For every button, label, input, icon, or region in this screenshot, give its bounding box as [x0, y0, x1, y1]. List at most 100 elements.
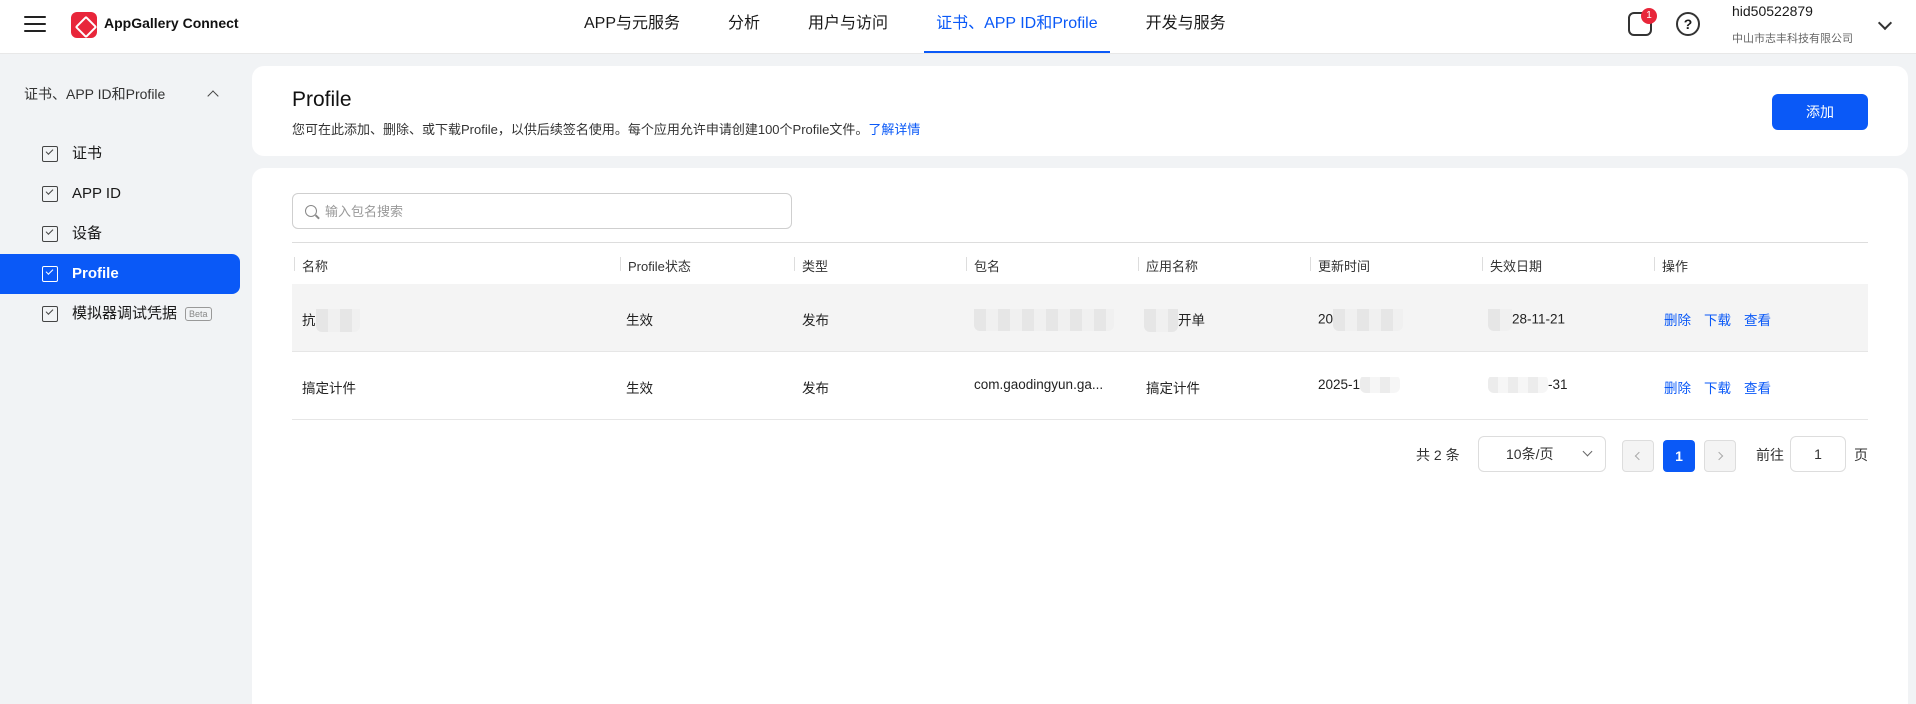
- page-description: 您可在此添加、删除、或下载Profile，以供后续签名使用。每个应用允许申请创建…: [292, 119, 920, 138]
- sidebar-item-label: 设备: [72, 225, 103, 242]
- certificate-icon: [42, 146, 58, 162]
- column-header-app-name: 应用名称: [1137, 256, 1198, 275]
- redacted-block: [1144, 309, 1178, 333]
- search-box[interactable]: [292, 193, 792, 229]
- cell-status: 生效: [626, 381, 653, 396]
- sidebar: 证书、APP ID和Profile 证书 APP ID 设备 Profile 模…: [0, 54, 250, 704]
- sidebar-item-label: 模拟器调试凭据 Beta: [72, 294, 212, 334]
- chevron-down-icon[interactable]: [1877, 15, 1893, 31]
- page-unit-label: 页: [1854, 447, 1868, 463]
- sidebar-item-label: APP ID: [72, 185, 121, 202]
- profile-list-card: 名称 Profile状态 类型 包名 应用名称 更新时间 失效日期 操作 抗 生…: [252, 168, 1908, 704]
- page-number-button[interactable]: 1: [1663, 440, 1695, 472]
- add-profile-button[interactable]: 添加: [1772, 94, 1868, 130]
- column-header-type: 类型: [793, 256, 828, 275]
- cell-package: [974, 309, 1114, 331]
- cell-updated: 20: [1318, 309, 1404, 331]
- goto-page-input[interactable]: [1790, 436, 1846, 472]
- prev-page-button[interactable]: [1622, 440, 1654, 472]
- cell-expires-text: 28-11-21: [1512, 311, 1566, 327]
- profile-table: 名称 Profile状态 类型 包名 应用名称 更新时间 失效日期 操作 抗 生…: [292, 242, 1868, 420]
- emulator-icon: [42, 306, 58, 322]
- nav-app-services[interactable]: APP与元服务: [572, 0, 692, 54]
- cell-name: 搞定计件: [302, 381, 356, 396]
- download-link[interactable]: 下载: [1704, 309, 1731, 329]
- search-icon: [305, 205, 317, 217]
- profile-icon: [42, 266, 58, 282]
- cell-updated-text: 20: [1318, 311, 1334, 327]
- page-title: Profile: [292, 88, 352, 111]
- chevron-left-icon: [1634, 451, 1644, 461]
- delete-link[interactable]: 删除: [1664, 377, 1691, 397]
- delete-link[interactable]: 删除: [1664, 309, 1691, 329]
- sidebar-item-app-id[interactable]: APP ID: [0, 174, 240, 214]
- total-count: 共 2 条: [1416, 447, 1460, 463]
- table-header: 名称 Profile状态 类型 包名 应用名称 更新时间 失效日期 操作: [292, 242, 1868, 284]
- redacted-block: [1360, 377, 1401, 394]
- redacted-block: [1488, 377, 1548, 394]
- column-header-actions: 操作: [1653, 256, 1688, 275]
- redacted-block: [315, 309, 360, 333]
- cell-expires: -31: [1488, 377, 1568, 394]
- cell-status: 生效: [626, 313, 653, 328]
- goto-label: 前往: [1756, 447, 1784, 463]
- cell-updated-text: 2025-1: [1318, 377, 1361, 392]
- menu-icon[interactable]: [24, 16, 46, 34]
- table-row[interactable]: 搞定计件 生效 发布 com.gaodingyun.ga... 搞定计件 202…: [292, 352, 1868, 420]
- cell-app-name: 开单: [1144, 309, 1205, 333]
- column-header-package: 包名: [965, 256, 1000, 275]
- redacted-block: [974, 309, 1114, 331]
- top-bar: AppGallery Connect APP与元服务 分析 用户与访问 证书、A…: [0, 0, 1916, 54]
- sidebar-item-emulator-credentials[interactable]: 模拟器调试凭据 Beta: [0, 294, 240, 334]
- column-header-status: Profile状态: [620, 256, 691, 275]
- sidebar-item-certificates[interactable]: 证书: [0, 134, 240, 174]
- chevron-up-icon[interactable]: [207, 90, 219, 102]
- sidebar-item-profile[interactable]: Profile: [0, 254, 240, 294]
- pagination: 共 2 条 10条/页 1 前往 页: [252, 436, 1908, 472]
- notification-badge: 1: [1641, 8, 1657, 24]
- nav-users-access[interactable]: 用户与访问: [796, 0, 900, 54]
- table-row[interactable]: 抗 生效 发布 开单 20 28-11-21 删除 下载 查看: [292, 284, 1868, 352]
- column-header-expires: 失效日期: [1481, 256, 1542, 275]
- next-page-button[interactable]: [1704, 440, 1736, 472]
- search-input[interactable]: [325, 200, 775, 222]
- nav-dev-services[interactable]: 开发与服务: [1134, 0, 1238, 54]
- cell-name: 抗: [302, 309, 360, 333]
- redacted-block: [1488, 309, 1512, 331]
- page-size-value: 10条/页: [1506, 446, 1554, 462]
- cell-updated: 2025-1: [1318, 377, 1401, 394]
- nav-certificates[interactable]: 证书、APP ID和Profile: [924, 0, 1110, 54]
- sidebar-group-label[interactable]: 证书、APP ID和Profile: [24, 84, 165, 104]
- learn-more-link[interactable]: 了解详情: [868, 122, 920, 137]
- column-header-updated: 更新时间: [1309, 256, 1370, 275]
- cell-name-text: 抗: [302, 313, 316, 328]
- device-icon: [42, 226, 58, 242]
- sidebar-item-text: 模拟器调试凭据: [72, 305, 178, 322]
- cell-type: 发布: [802, 313, 829, 328]
- page-header-card: Profile 您可在此添加、删除、或下载Profile，以供后续签名使用。每个…: [252, 66, 1908, 156]
- download-link[interactable]: 下载: [1704, 377, 1731, 397]
- user-name[interactable]: hid50522879: [1732, 3, 1813, 19]
- brand-name[interactable]: AppGallery Connect: [104, 15, 239, 31]
- cell-app-name-text: 开单: [1178, 313, 1205, 328]
- sidebar-item-devices[interactable]: 设备: [0, 214, 240, 254]
- nav-analytics[interactable]: 分析: [716, 0, 772, 54]
- view-link[interactable]: 查看: [1744, 377, 1771, 397]
- cell-type: 发布: [802, 381, 829, 396]
- sidebar-item-label: 证书: [72, 145, 103, 162]
- cell-package: com.gaodingyun.ga...: [974, 377, 1104, 392]
- view-link[interactable]: 查看: [1744, 309, 1771, 329]
- column-header-name: 名称: [293, 256, 328, 275]
- help-icon[interactable]: ?: [1676, 12, 1700, 36]
- sidebar-item-label: Profile: [72, 265, 119, 282]
- chevron-right-icon: [1714, 451, 1724, 461]
- cell-app-name: 搞定计件: [1146, 381, 1200, 396]
- page-size-select[interactable]: 10条/页: [1478, 436, 1606, 472]
- appgallery-logo-icon[interactable]: [71, 12, 97, 38]
- chevron-down-icon: [1582, 446, 1593, 457]
- main-nav: APP与元服务 分析 用户与访问 证书、APP ID和Profile 开发与服务: [572, 0, 1262, 54]
- beta-badge: Beta: [185, 307, 212, 322]
- app-id-icon: [42, 186, 58, 202]
- page-description-text: 您可在此添加、删除、或下载Profile，以供后续签名使用。每个应用允许申请创建…: [292, 122, 869, 137]
- redacted-block: [1333, 309, 1404, 331]
